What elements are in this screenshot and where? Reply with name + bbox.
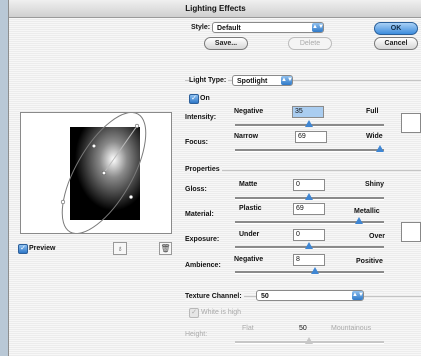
- focus-min-label: Narrow: [234, 133, 259, 140]
- height-max-label: Mountainous: [331, 325, 372, 332]
- focus-max-label: Wide: [366, 133, 383, 140]
- ellipse-handle[interactable]: [60, 199, 66, 205]
- light-type-popup[interactable]: Spotlight ▲▼: [232, 75, 293, 86]
- gloss-field[interactable]: 0: [293, 179, 325, 191]
- popup-arrow-icon: ▲▼: [281, 76, 293, 85]
- light-type-label: Light Type:: [189, 77, 229, 84]
- height-value[interactable]: 50: [299, 325, 307, 332]
- intensity-min-label: Negative: [234, 108, 264, 115]
- height-label: Height:: [185, 331, 208, 338]
- delete-button[interactable]: Delete: [288, 37, 332, 50]
- focus-slider-thumb[interactable]: [376, 145, 384, 152]
- material-label: Material:: [185, 211, 214, 218]
- white-is-high-label: White is high: [201, 309, 242, 316]
- light-color-swatch[interactable]: [401, 113, 421, 133]
- gloss-label: Gloss:: [185, 186, 207, 193]
- popup-arrow-icon: ▲▼: [312, 23, 324, 32]
- intensity-max-label: Full: [366, 108, 379, 115]
- material-slider-thumb[interactable]: [355, 217, 363, 224]
- light-center-handle[interactable]: [101, 170, 107, 176]
- material-field[interactable]: 69: [293, 203, 325, 215]
- properties-header: Properties: [185, 166, 222, 173]
- ambience-slider-thumb[interactable]: [311, 267, 319, 274]
- light-type-value: Spotlight: [237, 78, 268, 85]
- ambience-min-label: Negative: [234, 256, 264, 263]
- texture-channel-popup[interactable]: 50 ▲▼: [256, 290, 364, 301]
- focus-field[interactable]: 69: [295, 131, 327, 143]
- material-min-label: Plastic: [239, 205, 262, 212]
- lighting-effects-dialog: Lighting Effects Style: Default ▲▼ OK Sa…: [8, 0, 421, 356]
- style-popup[interactable]: Default ▲▼: [212, 22, 324, 33]
- preview-image: [60, 111, 147, 235]
- exposure-label: Exposure:: [185, 236, 220, 243]
- intensity-slider-thumb[interactable]: [305, 120, 313, 127]
- ellipse-handle[interactable]: [91, 143, 97, 149]
- exposure-slider-thumb[interactable]: [305, 242, 313, 249]
- exposure-max-label: Over: [369, 233, 385, 240]
- ambience-field[interactable]: 8: [293, 254, 325, 266]
- trash-icon[interactable]: 🗑: [159, 242, 172, 255]
- gloss-slider-thumb[interactable]: [305, 193, 313, 200]
- light-on-checkbox[interactable]: ✓: [189, 94, 199, 104]
- gloss-min-label: Matte: [239, 181, 258, 188]
- preview-checkbox[interactable]: ✓: [18, 244, 28, 254]
- white-is-high-checkbox[interactable]: ✓: [189, 308, 199, 318]
- gloss-max-label: Shiny: [365, 181, 385, 188]
- exposure-min-label: Under: [239, 231, 260, 238]
- height-min-label: Flat: [242, 325, 254, 332]
- ambience-slider-track[interactable]: [235, 271, 384, 274]
- texture-channel-label: Texture Channel:: [185, 293, 244, 300]
- save-button[interactable]: Save...: [204, 37, 248, 50]
- popup-arrow-icon: ▲▼: [352, 291, 364, 300]
- style-label: Style:: [191, 24, 211, 31]
- material-max-label: Metallic: [354, 208, 380, 215]
- preview-label: Preview: [29, 245, 56, 252]
- ambience-label: Ambience:: [185, 262, 221, 269]
- ambient-color-swatch[interactable]: [401, 222, 421, 242]
- ambience-max-label: Positive: [356, 258, 383, 265]
- style-value: Default: [217, 25, 241, 32]
- intensity-field[interactable]: 35: [292, 106, 324, 118]
- ellipse-handle[interactable]: [128, 194, 134, 200]
- preview-canvas[interactable]: [20, 111, 172, 235]
- dialog-title: Lighting Effects: [9, 0, 421, 18]
- light-on-label: On: [200, 95, 210, 102]
- light-bulb-icon[interactable]: ♁: [113, 242, 127, 255]
- texture-channel-value: 50: [261, 293, 269, 300]
- ok-button[interactable]: OK: [374, 22, 418, 35]
- cancel-button[interactable]: Cancel: [374, 37, 418, 50]
- exposure-field[interactable]: 0: [293, 229, 325, 241]
- height-slider-thumb[interactable]: [305, 337, 313, 344]
- focus-slider-track[interactable]: [235, 149, 384, 152]
- intensity-label: Intensity:: [185, 114, 217, 121]
- focus-label: Focus:: [185, 139, 208, 146]
- light-direction-handle[interactable]: [134, 123, 140, 129]
